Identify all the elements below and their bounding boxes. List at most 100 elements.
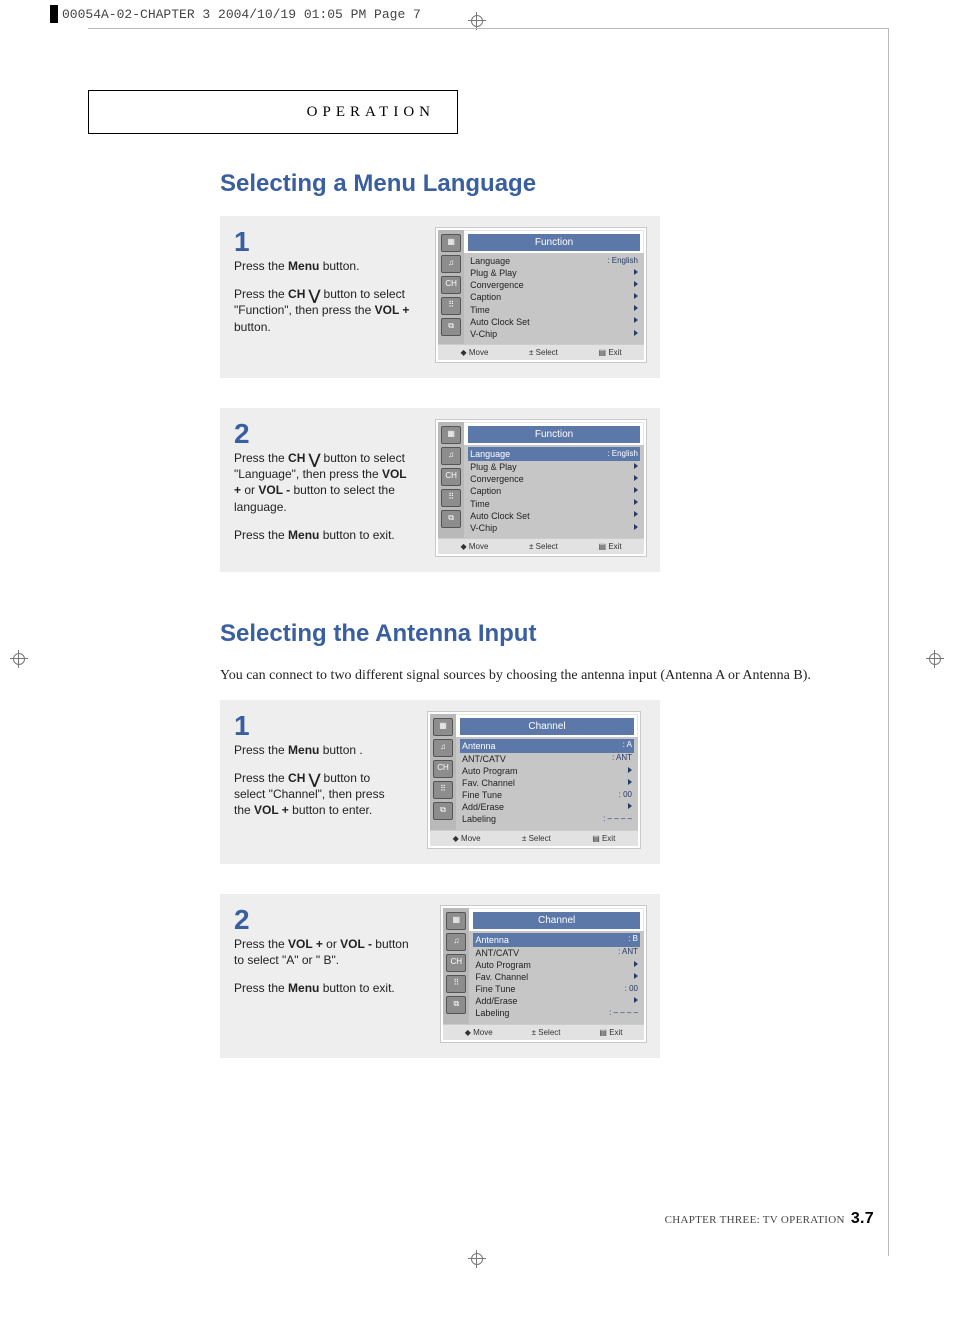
osd-tab-icon: CH xyxy=(433,760,453,778)
osd-row-label: Language xyxy=(470,448,510,460)
osd-row-label: Auto Program xyxy=(462,765,518,777)
osd-menu-row: Time xyxy=(468,498,640,510)
osd-channel-2: ▦ ♫ CH ⠿ ⧉ Channel Antenna: BANT/CATV: A… xyxy=(441,906,646,1042)
osd-row-value: : – – – – xyxy=(609,1008,638,1019)
step-block-ant-1: 1 Press the Menu button . Press the CH ⋁… xyxy=(220,700,660,864)
osd-icon-column: ▦ ♫ CH ⠿ ⧉ xyxy=(443,908,469,1024)
osd-tab-icon: ⠿ xyxy=(433,781,453,799)
crop-mark-right xyxy=(926,650,944,668)
osd-row-label: Fine Tune xyxy=(462,789,502,801)
osd-row-label: Auto Program xyxy=(475,959,531,971)
osd-title: Channel xyxy=(460,718,634,735)
osd-footer: ◆ Move ± Select ▤ Exit xyxy=(438,344,644,360)
osd-row-value xyxy=(628,778,632,789)
osd-menu-row: ANT/CATV: ANT xyxy=(460,753,634,765)
osd-icon-column: ▦ ♫ CH ⠿ ⧉ xyxy=(438,422,464,538)
step-block-ant-2: 2 Press the VOL + or VOL - button to sel… xyxy=(220,894,660,1058)
osd-menu-row: Auto Program xyxy=(460,765,634,777)
osd-row-label: Add/Erase xyxy=(462,801,504,813)
crop-mark-bottom xyxy=(468,1250,486,1268)
osd-row-label: V-Chip xyxy=(470,328,497,340)
osd-footer: ◆ Move ± Select ▤ Exit xyxy=(443,1024,644,1040)
osd-tab-icon: ♫ xyxy=(441,447,461,465)
step-block-lang-1: 1 Press the Menu button. Press the CH ⋁ … xyxy=(220,216,660,378)
osd-menu-row: Antenna: B xyxy=(473,933,640,947)
section-header-label: OPERATION xyxy=(307,104,435,121)
triangle-right-icon xyxy=(634,499,638,505)
crop-mark-left xyxy=(10,650,28,668)
triangle-right-icon xyxy=(634,524,638,530)
osd-tab-icon: ⠿ xyxy=(441,297,461,315)
osd-row-label: ANT/CATV xyxy=(475,947,519,959)
osd-row-label: V-Chip xyxy=(470,522,497,534)
osd-function-2: ▦ ♫ CH ⠿ ⧉ Function Language : EnglishPlu… xyxy=(436,420,646,556)
osd-row-value xyxy=(634,316,638,327)
osd-menu-row: Time xyxy=(468,304,640,316)
osd-row-value: : 00 xyxy=(619,790,632,801)
osd-tab-icon: ⧉ xyxy=(446,996,466,1014)
osd-row-label: Auto Clock Set xyxy=(470,316,530,328)
osd-menu-row: Fine Tune : 00 xyxy=(460,789,634,801)
osd-row-label: Fav. Channel xyxy=(475,971,528,983)
triangle-right-icon xyxy=(634,961,638,967)
page-footer: CHAPTER THREE: TV OPERATION 3.7 xyxy=(665,1210,874,1228)
osd-row-label: Labeling xyxy=(462,813,496,825)
triangle-right-icon xyxy=(634,487,638,493)
triangle-right-icon xyxy=(628,779,632,785)
osd-menu-row: Caption xyxy=(468,485,640,497)
step-text: 1 Press the Menu button. Press the CH ⋁ … xyxy=(234,228,412,335)
triangle-right-icon xyxy=(634,475,638,481)
osd-row-label: Convergence xyxy=(470,473,524,485)
osd-row-label: Convergence xyxy=(470,279,524,291)
osd-menu-row: Language: English xyxy=(468,255,640,267)
step-number: 2 xyxy=(234,420,412,448)
triangle-right-icon xyxy=(628,767,632,773)
osd-row-label: Fav. Channel xyxy=(462,777,515,789)
osd-row-value xyxy=(634,280,638,291)
osd-row-value: : – – – – xyxy=(603,814,632,825)
osd-row-value xyxy=(634,498,638,509)
footer-chapter: CHAPTER THREE: TV OPERATION xyxy=(665,1214,845,1226)
osd-menu-row: Plug & Play xyxy=(468,461,640,473)
footer-page-number: 3.7 xyxy=(851,1210,874,1227)
down-caret-icon: ⋁ xyxy=(309,451,320,467)
triangle-right-icon xyxy=(634,973,638,979)
osd-tab-icon: ♫ xyxy=(446,933,466,951)
osd-row-label: Antenna xyxy=(462,740,496,752)
osd-menu-row: Fine Tune: 00 xyxy=(473,983,640,995)
down-caret-icon: ⋁ xyxy=(309,771,320,787)
osd-tab-icon: ▦ xyxy=(433,718,453,736)
osd-row-label: Labeling xyxy=(475,1007,509,1019)
osd-tab-icon: ▦ xyxy=(441,426,461,444)
step-text: 2 Press the VOL + or VOL - button to sel… xyxy=(234,906,417,997)
osd-row-label: Caption xyxy=(470,291,501,303)
osd-row-value xyxy=(628,766,632,777)
osd-row-value xyxy=(634,462,638,473)
step-block-lang-2: 2 Press the CH ⋁ button to select "Langu… xyxy=(220,408,660,572)
osd-row-value xyxy=(634,523,638,534)
osd-row-label: Time xyxy=(470,498,490,510)
osd-tab-icon: ♫ xyxy=(433,739,453,757)
antenna-intro: You can connect to two different signal … xyxy=(220,666,860,686)
osd-row-value: : English xyxy=(607,449,638,460)
triangle-right-icon xyxy=(634,330,638,336)
osd-row-value xyxy=(634,268,638,279)
osd-footer: ◆ Move ± Select ▤ Exit xyxy=(438,538,644,554)
osd-menu-row: Convergence xyxy=(468,473,640,485)
triangle-right-icon xyxy=(634,463,638,469)
triangle-right-icon xyxy=(628,803,632,809)
triangle-right-icon xyxy=(634,511,638,517)
osd-menu-row: Convergence xyxy=(468,279,640,291)
osd-function-1: ▦ ♫ CH ⠿ ⧉ Function Language: EnglishPlu… xyxy=(436,228,646,362)
osd-menu-row: Antenna: A xyxy=(460,739,634,753)
osd-row-label: Time xyxy=(470,304,490,316)
osd-menu-row: V-Chip xyxy=(468,328,640,340)
triangle-right-icon xyxy=(634,281,638,287)
osd-footer: ◆ Move ± Select ▤ Exit xyxy=(430,830,638,846)
osd-icon-column: ▦ ♫ CH ⠿ ⧉ xyxy=(430,714,456,830)
osd-title: Channel xyxy=(473,912,640,929)
osd-row-value xyxy=(634,329,638,340)
osd-row-label: Auto Clock Set xyxy=(470,510,530,522)
osd-tab-icon: ▦ xyxy=(446,912,466,930)
osd-title: Function xyxy=(468,426,640,443)
